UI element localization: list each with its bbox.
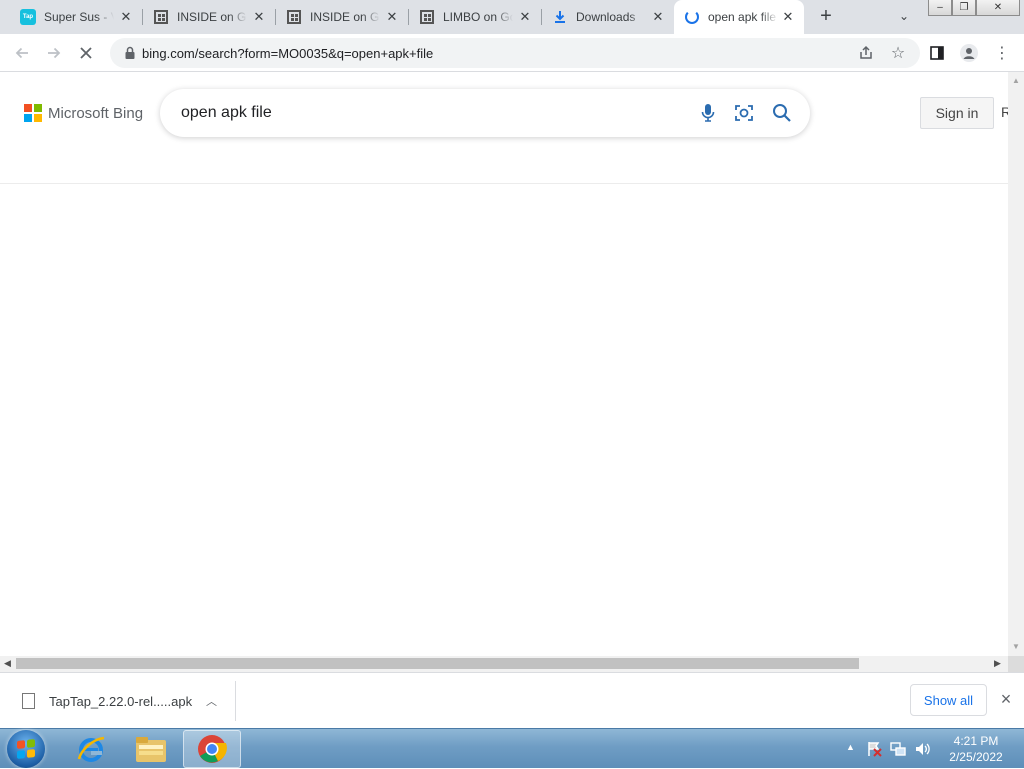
loading-spinner-icon (684, 9, 700, 25)
bookmark-star-icon[interactable]: ☆ (887, 42, 909, 64)
network-icon[interactable] (890, 741, 906, 757)
system-tray: ▲ 4:21 PM 2/25/2022 (840, 729, 1024, 769)
url-text: bing.com/search?form=MO0035&q=open+apk+f… (142, 46, 434, 61)
tab-downloads[interactable]: Downloads ✕ (532, 0, 674, 34)
window-close-button[interactable]: ✕ (976, 0, 1020, 16)
page-viewport: Microsoft Bing open apk file Sign in R (0, 72, 1008, 656)
bing-logo[interactable]: Microsoft Bing (24, 104, 143, 122)
vertical-scrollbar[interactable]: ▲ ▼ (1008, 72, 1024, 656)
search-icon[interactable] (772, 103, 792, 123)
profile-avatar-icon[interactable] (958, 42, 980, 64)
search-box[interactable]: open apk file (160, 89, 810, 137)
file-icon (22, 693, 35, 709)
horizontal-scroll-thumb[interactable] (16, 658, 859, 669)
taptap-favicon-text: Tap (20, 9, 36, 25)
tab-search-chevron-icon[interactable]: ⌄ (896, 9, 912, 25)
tab-title: Downloads (576, 10, 636, 24)
close-icon[interactable]: ✕ (118, 9, 134, 25)
windows-taskbar: ▲ 4:21 PM 2/25/2022 (0, 728, 1024, 768)
close-icon[interactable]: × (997, 690, 1015, 708)
clock-time: 4:21 PM (953, 734, 999, 748)
start-button[interactable] (7, 730, 45, 768)
sign-in-button[interactable]: Sign in (920, 97, 994, 129)
download-shelf: TapTap_2.22.0-rel.....apk ︿ Show all × (0, 672, 1024, 728)
microsoft-logo-icon (24, 104, 42, 122)
clock-date: 2/25/2022 (949, 750, 1003, 764)
taskbar-clock[interactable]: 4:21 PM 2/25/2022 (940, 733, 1012, 765)
browser-toolbar: bing.com/search?form=MO0035&q=open+apk+f… (0, 34, 1024, 72)
close-icon[interactable]: ✕ (384, 9, 400, 25)
internet-explorer-icon (77, 736, 105, 762)
windows-flag-icon (17, 739, 35, 759)
tab-open-apk-file[interactable]: open apk file ✕ (674, 0, 804, 34)
back-arrow-icon[interactable] (11, 42, 33, 64)
qr-icon (153, 9, 169, 25)
qr-icon (286, 9, 302, 25)
chrome-icon (198, 735, 227, 763)
address-bar[interactable]: bing.com/search?form=MO0035&q=open+apk+f… (110, 38, 920, 68)
scroll-left-arrow-icon[interactable]: ◀ (4, 658, 11, 669)
scroll-right-arrow-icon[interactable]: ▶ (994, 658, 1001, 669)
close-icon[interactable]: ✕ (650, 9, 666, 25)
stop-loading-icon[interactable] (75, 42, 97, 64)
show-hidden-icons-icon[interactable]: ▲ (846, 742, 855, 752)
file-explorer-taskbar-button[interactable] (122, 730, 180, 768)
close-icon[interactable]: ✕ (251, 9, 267, 25)
close-icon[interactable]: ✕ (780, 9, 796, 25)
tab-inside-1[interactable]: INSIDE on Go ✕ (133, 0, 275, 34)
action-center-flag-icon[interactable] (866, 741, 882, 757)
microphone-icon[interactable] (698, 103, 718, 123)
search-input[interactable]: open apk file (181, 104, 272, 122)
internet-explorer-taskbar-button[interactable] (62, 730, 120, 768)
scrollbar-corner (1008, 656, 1024, 672)
download-icon (552, 9, 568, 25)
tab-limbo[interactable]: LIMBO on Go ✕ (399, 0, 541, 34)
qr-icon (419, 9, 435, 25)
chevron-up-icon[interactable]: ︿ (206, 693, 217, 709)
tab-title: INSIDE on Go (177, 10, 247, 24)
share-icon[interactable] (855, 42, 877, 64)
side-panel-icon[interactable] (926, 42, 948, 64)
restore-button[interactable]: ❐ (952, 0, 976, 16)
tab-title: Super Sus - V (44, 10, 114, 24)
taptap-icon: Tap (20, 9, 36, 25)
chrome-taskbar-button[interactable] (183, 730, 241, 768)
show-all-button[interactable]: Show all (910, 684, 987, 716)
scroll-down-arrow-icon[interactable]: ▼ (1012, 642, 1020, 651)
horizontal-scrollbar[interactable]: ◀ ▶ (0, 656, 1008, 672)
new-tab-button[interactable]: + (816, 6, 836, 27)
rewards-label-partial[interactable]: R (1001, 104, 1008, 120)
minimize-button[interactable]: – (928, 0, 952, 16)
tab-title: LIMBO on Go (443, 10, 513, 24)
download-filename: TapTap_2.22.0-rel.....apk (49, 694, 193, 709)
folder-icon (136, 737, 166, 762)
download-item[interactable]: TapTap_2.22.0-rel.....apk ︿ (8, 681, 236, 721)
header-divider (0, 183, 1008, 184)
tab-title: open apk file (708, 10, 777, 24)
close-icon[interactable]: ✕ (517, 9, 533, 25)
bing-brand-text: Microsoft Bing (48, 104, 144, 122)
menu-kebab-icon[interactable]: ⋮ (991, 42, 1013, 64)
tab-inside-2[interactable]: INSIDE on Go ✕ (266, 0, 408, 34)
volume-icon[interactable] (914, 741, 930, 757)
tab-super-sus[interactable]: Tap Super Sus - V ✕ (0, 0, 142, 34)
forward-arrow-icon[interactable] (43, 42, 65, 64)
scroll-up-arrow-icon[interactable]: ▲ (1012, 76, 1020, 85)
visual-search-camera-icon[interactable] (734, 103, 754, 123)
tab-title: INSIDE on Go (310, 10, 380, 24)
tab-strip: Tap Super Sus - V ✕ INSIDE on Go ✕ INSID… (0, 0, 1024, 34)
lock-icon[interactable] (122, 45, 138, 61)
